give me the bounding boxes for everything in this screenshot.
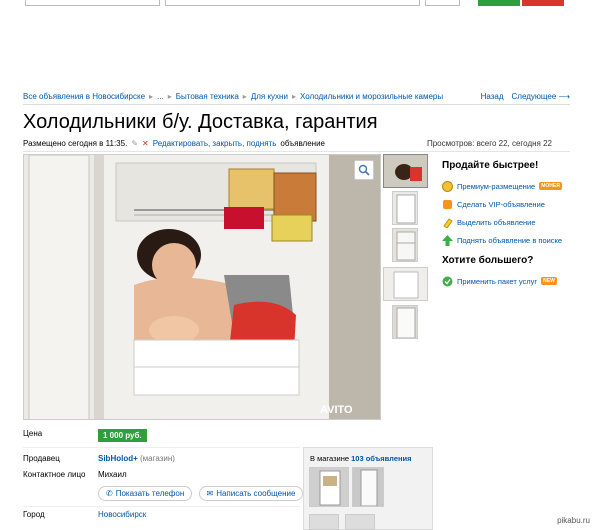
breadcrumb-appliances[interactable]: Бытовая техника bbox=[176, 92, 239, 101]
package-item[interactable]: Применить пакет услуг NEW bbox=[442, 272, 592, 290]
main-photo[interactable]: AVITO bbox=[23, 154, 381, 420]
top-search-bar bbox=[0, 0, 600, 8]
show-phone-label: Показать телефон bbox=[115, 489, 185, 498]
sell-faster-heading: Продайте быстрее! bbox=[442, 160, 539, 171]
write-message-label: Написать сообщение bbox=[216, 489, 296, 498]
price-value: 1 000 руб. bbox=[98, 429, 147, 442]
vip-link[interactable]: Сделать VIP-объявление bbox=[457, 200, 545, 209]
submit-ad-button-fragment[interactable] bbox=[478, 0, 520, 6]
seller-type: (магазин) bbox=[140, 454, 175, 463]
premium-placement-link[interactable]: Премиум-размещение bbox=[457, 182, 535, 191]
price-label: Цена bbox=[23, 429, 43, 438]
page-title: Холодильники б/у. Доставка, гарантия bbox=[23, 111, 378, 133]
ad-meta: Размещено сегодня в 11:35. ✎ ✕ Редактиро… bbox=[23, 139, 325, 148]
source-watermark: pikabu.ru bbox=[557, 516, 590, 525]
vip-icon bbox=[442, 199, 453, 210]
find-button-fragment[interactable] bbox=[425, 0, 460, 6]
thumbnail-4[interactable] bbox=[383, 267, 428, 301]
breadcrumb-kitchen[interactable]: Для кухни bbox=[251, 92, 288, 101]
breadcrumb-all-ads[interactable]: Все объявления в Новосибирске bbox=[23, 92, 145, 101]
seller-label: Продавец bbox=[23, 454, 60, 463]
vip-item[interactable]: Сделать VIP-объявление bbox=[442, 195, 592, 213]
fridge-photo-image: AVITO bbox=[24, 155, 380, 419]
location-field-fragment[interactable] bbox=[165, 0, 420, 6]
breadcrumb-separator: ▸ bbox=[149, 92, 154, 101]
seller-value: SibHolod+ (магазин) bbox=[98, 454, 175, 463]
thumbnail-1[interactable] bbox=[383, 154, 428, 188]
raise-link[interactable]: Поднять объявление в поиске bbox=[457, 236, 562, 245]
envelope-icon: ✉ bbox=[206, 489, 214, 498]
raise-item[interactable]: Поднять объявление в поиске bbox=[442, 231, 592, 249]
login-button-fragment[interactable] bbox=[522, 0, 564, 6]
close-icon[interactable]: ✕ bbox=[142, 139, 149, 148]
edit-ad-link[interactable]: Редактировать, закрыть, поднять bbox=[153, 139, 277, 148]
divider bbox=[23, 447, 300, 448]
phone-icon: ✆ bbox=[106, 489, 113, 498]
city-label: Город bbox=[23, 510, 45, 519]
thumbnail-5[interactable] bbox=[392, 305, 418, 339]
shop-thumbnail-3[interactable] bbox=[309, 514, 339, 530]
shop-thumbnail-4[interactable] bbox=[345, 514, 375, 530]
contact-value: Михаил bbox=[98, 470, 127, 479]
thumbnail-2[interactable] bbox=[392, 191, 418, 225]
contact-buttons: ✆ Показать телефон ✉ Написать сообщение bbox=[98, 486, 307, 501]
breadcrumb-separator: ▸ bbox=[167, 92, 172, 101]
breadcrumb: Все объявления в Новосибирске ▸ ... ▸ Бы… bbox=[23, 92, 443, 101]
breadcrumb-separator: ▸ bbox=[291, 92, 296, 101]
view-count: Просмотров: всего 22, сегодня 22 bbox=[426, 139, 552, 148]
watermark-avito: AVITO bbox=[320, 404, 353, 416]
search-field-fragment[interactable] bbox=[25, 0, 160, 6]
thumbnail-3[interactable] bbox=[392, 228, 418, 262]
ad-suffix: объявление bbox=[280, 139, 325, 148]
shop-count-link[interactable]: 103 объявления bbox=[351, 454, 411, 463]
posted-time: Размещено сегодня в 11:35. bbox=[23, 139, 128, 148]
highlight-link[interactable]: Выделить объявление bbox=[457, 218, 536, 227]
show-phone-button[interactable]: ✆ Показать телефон bbox=[98, 486, 193, 501]
contact-label: Контактное лицо bbox=[23, 470, 86, 479]
money-badge: МОНЕЯ bbox=[539, 182, 562, 190]
shop-thumbnail-1[interactable] bbox=[309, 467, 349, 507]
back-link[interactable]: Назад bbox=[481, 92, 504, 101]
package-icon bbox=[442, 276, 453, 287]
shop-thumbnail-2[interactable] bbox=[352, 467, 384, 507]
zoom-icon[interactable] bbox=[354, 160, 374, 180]
next-link[interactable]: Следующее ⟶ bbox=[512, 92, 570, 101]
new-badge: NEW bbox=[541, 277, 557, 285]
seller-link[interactable]: SibHolod+ bbox=[98, 454, 138, 463]
coin-icon bbox=[442, 180, 453, 192]
premium-placement-item[interactable]: Премиум-размещение МОНЕЯ bbox=[442, 177, 592, 195]
want-more-heading: Хотите большего? bbox=[442, 255, 534, 266]
shop-prefix: В магазине bbox=[310, 454, 350, 463]
prev-next-nav: Назад Следующее ⟶ bbox=[481, 92, 570, 101]
divider bbox=[23, 104, 570, 105]
breadcrumb-ellipsis[interactable]: ... bbox=[157, 92, 164, 101]
package-link[interactable]: Применить пакет услуг bbox=[457, 277, 537, 286]
pencil-icon[interactable]: ✎ bbox=[131, 139, 138, 148]
highlight-item[interactable]: Выделить объявление bbox=[442, 213, 592, 231]
up-arrow-icon bbox=[442, 234, 453, 246]
breadcrumb-fridges[interactable]: Холодильники и морозильные камеры bbox=[300, 92, 443, 101]
promo-sidebar: Продайте быстрее! Премиум-размещение МОН… bbox=[442, 160, 592, 290]
divider bbox=[23, 506, 300, 507]
marker-icon bbox=[442, 217, 453, 228]
write-message-button[interactable]: ✉ Написать сообщение bbox=[198, 486, 304, 501]
city-link[interactable]: Новосибирск bbox=[98, 510, 146, 519]
breadcrumb-separator: ▸ bbox=[242, 92, 247, 101]
divider bbox=[23, 151, 570, 152]
